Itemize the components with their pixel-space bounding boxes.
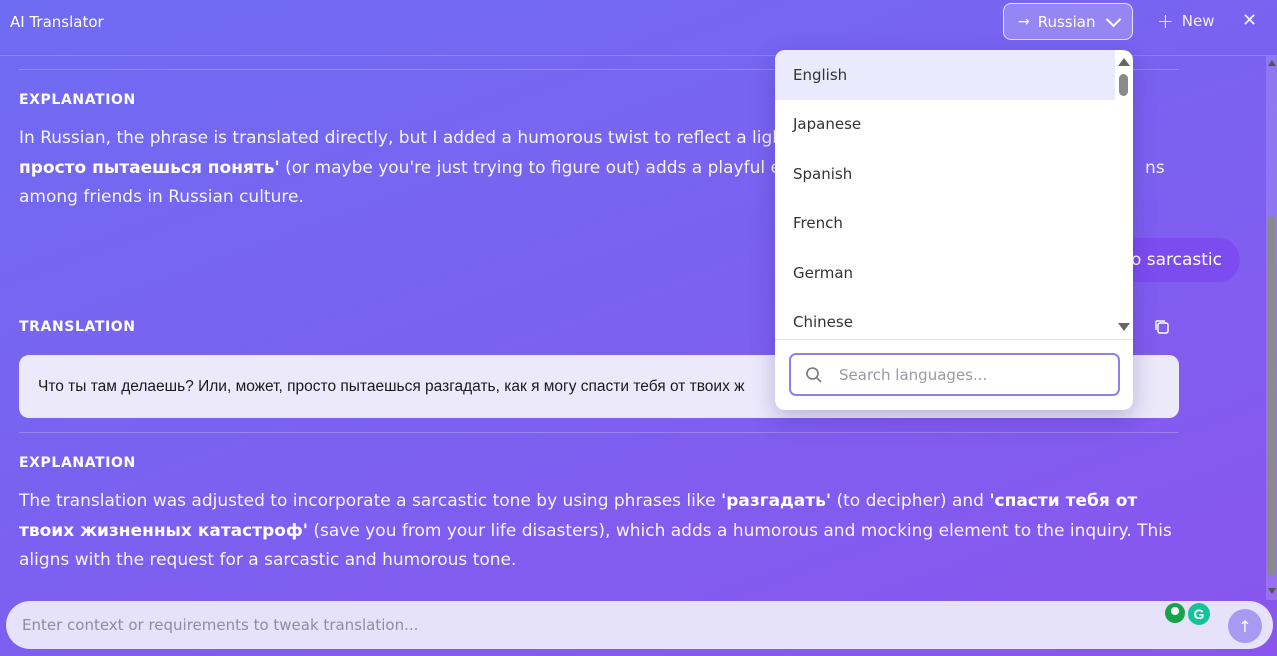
language-option-spanish[interactable]: Spanish [775, 149, 1115, 199]
scroll-down-icon[interactable] [1118, 323, 1130, 331]
explanation-phrase: (to decipher) and [831, 491, 990, 511]
copy-icon[interactable] [1153, 318, 1171, 336]
context-input[interactable] [20, 615, 1124, 635]
top-bar: AI Translator → Russian + New ✕ [0, 0, 1277, 56]
extension-icons: G [1165, 603, 1210, 625]
target-language-label: Russian [1037, 12, 1096, 31]
language-option-english[interactable]: English [775, 50, 1115, 100]
explanation-phrase: The translation was adjusted to incorpor… [19, 491, 721, 511]
scroll-up-icon[interactable] [1268, 60, 1276, 66]
explanation-bold-phrase: просто пытаешься понять' [19, 157, 280, 178]
close-icon[interactable]: ✕ [1242, 10, 1257, 31]
language-search-field[interactable] [789, 353, 1120, 396]
dropdown-scrollbar[interactable] [1115, 50, 1133, 338]
arrow-up-icon: ↑ [1238, 616, 1252, 636]
search-icon [806, 366, 822, 383]
page-scrollbar[interactable] [1266, 56, 1277, 600]
language-option-german[interactable]: German [775, 248, 1115, 298]
chevron-down-icon [1105, 11, 1121, 27]
explanation-bold-phrase: 'разгадать' [720, 491, 832, 511]
divider [775, 339, 1133, 340]
app-title: AI Translator [10, 13, 104, 31]
divider [19, 432, 1179, 433]
grammarly-icon[interactable]: G [1188, 603, 1210, 625]
extension-icon[interactable] [1165, 603, 1185, 623]
composer [6, 601, 1273, 649]
send-button[interactable]: ↑ [1228, 609, 1262, 643]
translation-heading: TRANSLATION [19, 319, 136, 335]
explanation-phrase: (or maybe you're just trying to figure o… [279, 157, 824, 178]
language-dropdown: English Japanese Spanish French German C… [775, 50, 1133, 410]
scroll-thumb[interactable] [1268, 216, 1275, 576]
target-language-button[interactable]: → Russian [1003, 3, 1133, 40]
new-button[interactable]: + New [1157, 9, 1215, 33]
explanation-heading: EXPLANATION [19, 92, 136, 108]
explanation-text: The translation was adjusted to incorpor… [19, 487, 1179, 576]
arrow-right-icon: → [1018, 13, 1030, 30]
new-label: New [1181, 12, 1215, 30]
language-search-input[interactable] [837, 364, 1101, 385]
language-option-japanese[interactable]: Japanese [775, 100, 1115, 150]
scroll-thumb[interactable] [1119, 74, 1128, 96]
explanation-heading: EXPLANATION [19, 455, 136, 471]
language-list: English Japanese Spanish French German C… [775, 50, 1115, 338]
plus-icon: + [1157, 9, 1174, 33]
scroll-up-icon[interactable] [1118, 58, 1130, 66]
explanation-tail: ns [1145, 157, 1165, 178]
scroll-down-icon[interactable] [1268, 588, 1276, 594]
language-option-french[interactable]: French [775, 199, 1115, 249]
